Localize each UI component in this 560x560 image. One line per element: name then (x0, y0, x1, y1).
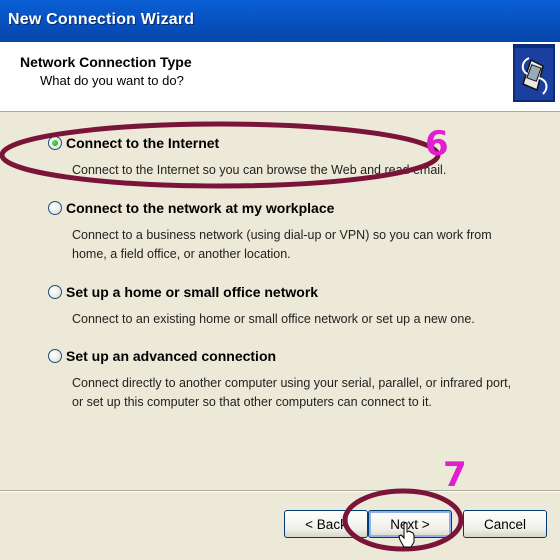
radio-dot (52, 140, 58, 146)
radio-connect-internet[interactable] (48, 136, 62, 150)
option-label: Connect to the network at my workplace (66, 200, 335, 216)
option-description: Connect directly to another computer usi… (72, 376, 512, 409)
back-button[interactable]: < Back (284, 510, 368, 538)
option-label: Set up a home or small office network (66, 284, 319, 300)
radio-home-network[interactable] (48, 285, 62, 299)
cancel-button[interactable]: Cancel (463, 510, 547, 538)
option-label: Connect to the Internet (66, 135, 220, 151)
radio-connect-workplace[interactable] (48, 201, 62, 215)
radio-advanced-connection[interactable] (48, 349, 62, 363)
step-6-label: 6 (425, 124, 449, 164)
hand-pointer-icon (398, 522, 415, 548)
window-title: New Connection Wizard (8, 11, 195, 28)
option-label: Set up an advanced connection (66, 348, 277, 364)
option-description: Connect to a business network (using dia… (72, 228, 492, 261)
step-7-label: 7 (443, 455, 467, 495)
footer-divider (0, 490, 560, 492)
title-bar: New Connection Wizard (0, 0, 560, 42)
wizard-header: Network Connection Type What do you want… (0, 42, 560, 112)
header-title: Network Connection Type (20, 54, 192, 70)
wizard-connection-icon (513, 44, 555, 102)
option-description: Connect to an existing home or small off… (72, 312, 475, 326)
header-subtitle: What do you want to do? (40, 73, 184, 88)
